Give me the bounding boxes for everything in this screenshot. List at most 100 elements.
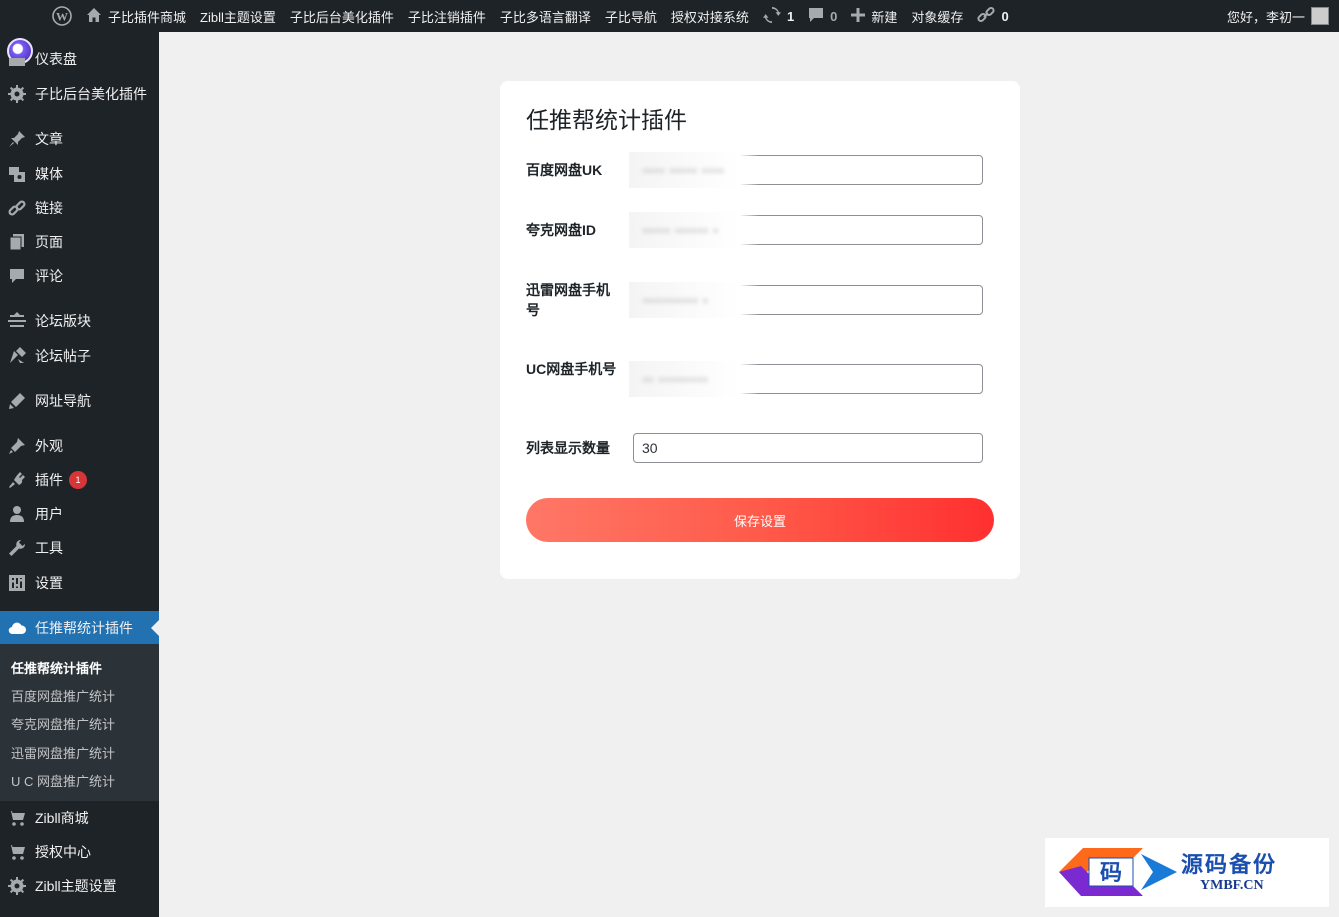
sidebar-item-links[interactable]: 链接 [0, 191, 159, 225]
sidebar-item-label: Zibll主题设置 [35, 878, 117, 894]
cloud-icon [7, 618, 27, 638]
sidebar-item-url-nav[interactable]: 网址导航 [0, 384, 159, 418]
svg-text:W: W [56, 10, 68, 24]
adminbar-translate[interactable]: 子比多语言翻译 [493, 0, 598, 32]
watermark-glyph: 码 [1100, 860, 1122, 886]
masked-text: •• ••••••••• [643, 371, 709, 387]
sidebar-item-comments[interactable]: 评论 [0, 259, 159, 293]
sidebar-item-media[interactable]: 媒体 [0, 157, 159, 191]
media-icon [7, 164, 27, 184]
sidebar-item-label: 授权中心 [35, 844, 91, 860]
sidebar-item-tools[interactable]: 工具 [0, 531, 159, 565]
link-icon [977, 6, 995, 27]
plugin-update-badge: 1 [69, 471, 87, 489]
wordpress-logo-icon[interactable]: W [45, 0, 79, 32]
adminbar-updates[interactable]: 1 [756, 0, 801, 32]
sidebar-item-plugins[interactable]: 插件 1 [0, 463, 159, 497]
submenu-item-uc[interactable]: U C 网盘推广统计 [11, 771, 115, 790]
sidebar-item-label: 链接 [35, 200, 63, 216]
adminbar-item-label: 子比导航 [604, 9, 657, 25]
adminbar-comments[interactable]: 0 [801, 0, 844, 32]
sidebar-item-label: 论坛帖子 [35, 348, 91, 364]
masked-text: •••••••••• • [643, 292, 709, 308]
submenu-item-baidu[interactable]: 百度网盘推广统计 [11, 686, 115, 705]
sidebar-item-label: 插件 [35, 472, 63, 488]
save-button[interactable]: 保存设置 [526, 498, 994, 542]
sidebar-item-label: 仪表盘 [35, 51, 77, 67]
submenu-item-xunlei[interactable]: 迅雷网盘推广统计 [11, 743, 115, 762]
adminbar-navigation[interactable]: 子比导航 [598, 0, 664, 32]
sidebar-item-settings[interactable]: 设置 [0, 566, 159, 600]
list-count-input[interactable] [633, 433, 983, 463]
masked-text: ••••• •••••• • [643, 222, 719, 238]
adminbar-links[interactable]: 0 [970, 0, 1015, 32]
page-title: 任推帮统计插件 [526, 107, 687, 133]
sidebar-item-label: 网址导航 [35, 393, 91, 409]
masked-text: •••• ••••• •••• [643, 162, 725, 178]
sidebar-item-label: 设置 [35, 575, 63, 591]
field-label-uc: UC网盘手机号 [526, 361, 617, 377]
links-count: 0 [1001, 8, 1009, 24]
settings-card: 任推帮统计插件 百度网盘UK •••• ••••• •••• 夸克网盘ID ••… [500, 81, 1020, 579]
gear-icon [7, 84, 27, 104]
sidebar-item-label: 论坛版块 [35, 313, 91, 329]
adminbar-auth-system[interactable]: 授权对接系统 [664, 0, 756, 32]
sidebar-item-zibll-shop[interactable]: Zibll商城 [0, 801, 159, 835]
brush-icon [7, 391, 27, 411]
cart-icon [7, 808, 27, 828]
admin-bar: W 子比插件商城 Zibll主题设置 子比后台美化插件 子比注销插件 子比多语言… [0, 0, 1339, 32]
sidebar-item-pages[interactable]: 页面 [0, 225, 159, 259]
appearance-icon [7, 436, 27, 456]
sidebar-item-label: 页面 [35, 234, 63, 250]
adminbar-item-label: Zibll主题设置 [200, 9, 276, 25]
pin-icon [7, 129, 27, 149]
sidebar-item-rentuibang[interactable]: 任推帮统计插件 [0, 611, 159, 645]
field-label-quark: 夸克网盘ID [526, 222, 596, 238]
sidebar-item-forum-boards[interactable]: 论坛版块 [0, 304, 159, 338]
watermark-logo: 码 源码备份 YMBF.CN [1045, 838, 1329, 907]
adminbar-new[interactable]: 新建 [844, 0, 904, 32]
comments-count: 0 [830, 8, 838, 24]
sidebar-item-label: 外观 [35, 438, 63, 454]
gear-icon [7, 876, 27, 896]
submenu-item-main[interactable]: 任推帮统计插件 [11, 658, 102, 677]
masked-value: •••• ••••• •••• [629, 152, 759, 188]
object-cache-label: 对象缓存 [911, 9, 964, 25]
greeting[interactable]: 您好，李初一 [1227, 7, 1305, 26]
adminbar-beautify-plugin[interactable]: 子比后台美化插件 [283, 0, 401, 32]
wrench-icon [7, 538, 27, 558]
adminbar-object-cache[interactable]: 对象缓存 [904, 0, 970, 32]
avatar[interactable] [1311, 7, 1329, 25]
post-icon [7, 346, 27, 366]
submenu-item-quark[interactable]: 夸克网盘推广统计 [11, 714, 115, 733]
sidebar-item-posts[interactable]: 文章 [0, 122, 159, 156]
sidebar-item-label: 任推帮统计插件 [35, 620, 133, 636]
sidebar-item-users[interactable]: 用户 [0, 497, 159, 531]
sidebar-item-beautify[interactable]: 子比后台美化插件 [0, 77, 159, 111]
adminbar-item-label: 子比后台美化插件 [289, 9, 394, 25]
adminbar-zibll-settings[interactable]: Zibll主题设置 [193, 0, 283, 32]
sidebar-item-zibll-theme[interactable]: Zibll主题设置 [0, 869, 159, 903]
adminbar-item-label: 子比插件商城 [108, 9, 187, 25]
adminbar-logout-plugin[interactable]: 子比注销插件 [401, 0, 493, 32]
watermark-emblem-icon: 码 [1059, 848, 1177, 896]
comment-icon [808, 7, 824, 26]
page-icon [7, 232, 27, 252]
field-label-baidu: 百度网盘UK [526, 162, 603, 178]
user-icon [7, 504, 27, 524]
adminbar-site-link[interactable]: 子比插件商城 [79, 0, 193, 32]
field-label-xunlei: 迅雷网盘手机号 [526, 282, 610, 318]
sidebar-item-label: 文章 [35, 131, 63, 147]
sidebar-item-appearance[interactable]: 外观 [0, 429, 159, 463]
masked-value: •• ••••••••• [629, 361, 759, 397]
sidebar-item-label: 用户 [35, 506, 63, 522]
sidebar-item-forum-posts[interactable]: 论坛帖子 [0, 339, 159, 373]
cart-icon [7, 842, 27, 862]
submenu: 任推帮统计插件 百度网盘推广统计 夸克网盘推广统计 迅雷网盘推广统计 U C 网… [0, 644, 159, 801]
sidebar-item-dashboard[interactable]: 仪表盘 [0, 42, 159, 76]
watermark-subtitle: YMBF.CN [1200, 878, 1264, 893]
sidebar-item-auth-center[interactable]: 授权中心 [0, 835, 159, 869]
updates-count: 1 [786, 8, 795, 24]
plugin-icon [7, 470, 27, 490]
forum-icon [7, 311, 27, 331]
